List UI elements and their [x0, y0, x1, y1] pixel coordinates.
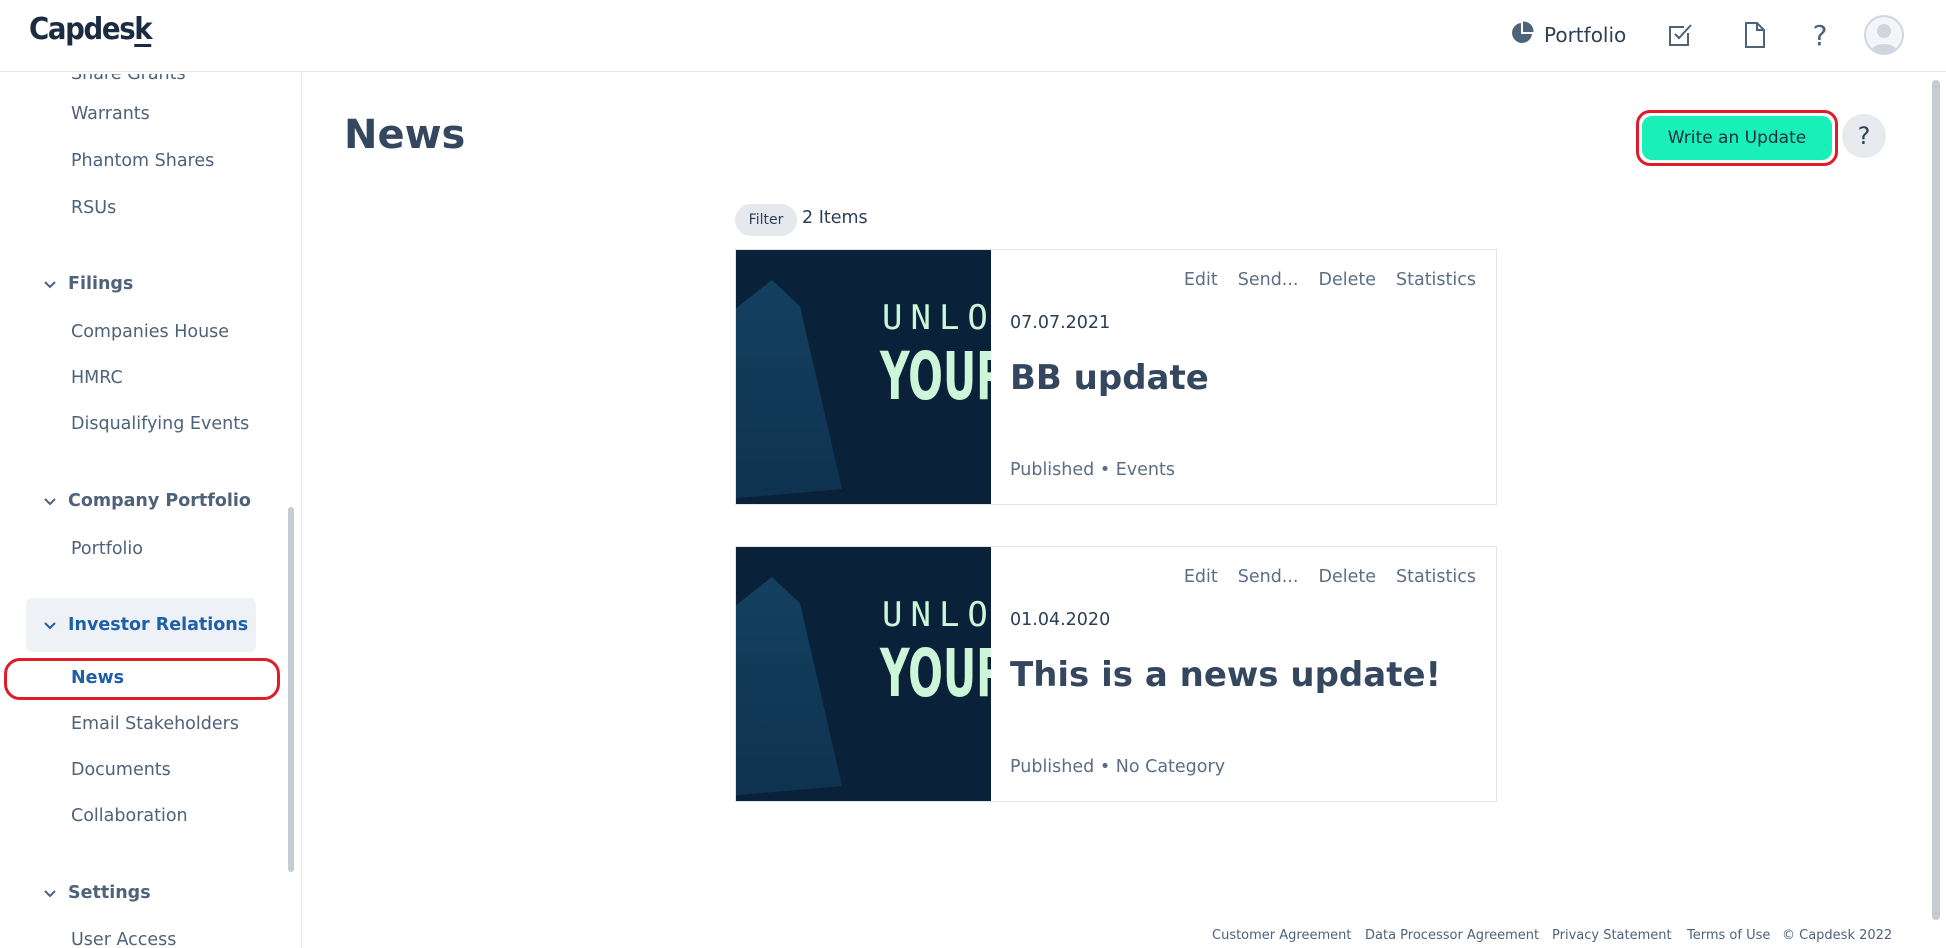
meta-separator: • — [1099, 460, 1111, 480]
thumbnail-text: UNLO — [882, 595, 991, 635]
delete-link[interactable]: Delete — [1319, 270, 1377, 290]
document-icon[interactable] — [1738, 18, 1772, 52]
sidebar-item-collaboration[interactable]: Collaboration — [71, 806, 188, 826]
card-title[interactable]: BB update — [1010, 358, 1209, 398]
news-thumbnail[interactable]: UNLO YOUR — [736, 547, 991, 801]
sidebar-item-share-grants[interactable]: Share Grants — [71, 74, 186, 84]
card-title[interactable]: This is a news update! — [1010, 655, 1441, 695]
thumbnail-shape — [736, 280, 842, 500]
edit-link[interactable]: Edit — [1184, 270, 1218, 290]
main-scrollbar[interactable] — [1932, 80, 1940, 920]
sidebar-item-rsus[interactable]: RSUs — [71, 198, 116, 218]
statistics-link[interactable]: Statistics — [1396, 567, 1476, 587]
card-category: No Category — [1115, 757, 1226, 777]
sidebar: Share Grants Warrants Phantom Shares RSU… — [0, 72, 302, 948]
section-label: Company Portfolio — [68, 491, 251, 511]
card-meta: Published • Events — [1010, 460, 1175, 480]
thumbnail-text: YOUR — [880, 635, 991, 712]
thumbnail-text: UNLO — [882, 298, 991, 338]
filter-button[interactable]: Filter — [735, 204, 797, 236]
send-link[interactable]: Send... — [1238, 567, 1299, 587]
sidebar-item-disqualifying-events[interactable]: Disqualifying Events — [71, 414, 249, 434]
main-content: News Write an Update ? Filter 2 Items UN… — [302, 72, 1946, 948]
user-avatar-icon[interactable] — [1864, 15, 1904, 55]
sidebar-item-portfolio[interactable]: Portfolio — [71, 539, 143, 559]
pie-chart-icon — [1510, 20, 1534, 50]
section-company-portfolio[interactable]: Company Portfolio — [26, 474, 256, 528]
footer-copyright: © Capdesk 2022 — [1782, 928, 1893, 943]
top-bar: Capdesk Portfolio ? — [0, 0, 1946, 72]
news-card[interactable]: UNLO YOUR Edit Send... Delete Statistics… — [735, 249, 1497, 505]
delete-link[interactable]: Delete — [1319, 567, 1377, 587]
edit-link[interactable]: Edit — [1184, 567, 1218, 587]
capdesk-logo[interactable]: Capdesk — [29, 12, 153, 47]
sidebar-item-user-access[interactable]: User Access — [71, 930, 176, 948]
portfolio-label: Portfolio — [1544, 23, 1627, 47]
footer-data-processor-agreement[interactable]: Data Processor Agreement — [1365, 928, 1539, 943]
news-thumbnail[interactable]: UNLO YOUR — [736, 250, 991, 504]
thumbnail-text: YOUR — [880, 338, 991, 415]
card-date: 01.04.2020 — [1010, 610, 1111, 630]
write-update-button[interactable]: Write an Update — [1642, 116, 1832, 160]
chevron-down-icon — [44, 615, 56, 635]
section-label: Investor Relations — [68, 615, 249, 635]
checklist-icon[interactable] — [1663, 18, 1697, 52]
chevron-down-icon — [44, 883, 56, 903]
section-filings[interactable]: Filings — [26, 257, 256, 311]
card-status: Published — [1010, 757, 1095, 777]
sidebar-item-phantom-shares[interactable]: Phantom Shares — [71, 151, 214, 171]
sidebar-item-warrants[interactable]: Warrants — [71, 104, 150, 124]
card-date: 07.07.2021 — [1010, 313, 1111, 333]
section-settings[interactable]: Settings — [26, 866, 256, 920]
sidebar-item-companies-house[interactable]: Companies House — [71, 322, 229, 342]
thumbnail-shape — [736, 577, 842, 797]
section-label: Settings — [68, 883, 151, 903]
help-button[interactable]: ? — [1842, 114, 1886, 158]
page-title: News — [344, 112, 466, 158]
help-icon[interactable]: ? — [1803, 18, 1837, 52]
chevron-down-icon — [44, 491, 56, 511]
footer-customer-agreement[interactable]: Customer Agreement — [1212, 928, 1351, 943]
statistics-link[interactable]: Statistics — [1396, 270, 1476, 290]
send-link[interactable]: Send... — [1238, 270, 1299, 290]
news-card[interactable]: UNLO YOUR Edit Send... Delete Statistics… — [735, 546, 1497, 802]
section-investor-relations[interactable]: Investor Relations — [26, 598, 256, 652]
news-annotation-outline — [4, 658, 280, 700]
sidebar-item-news[interactable]: News — [71, 668, 124, 688]
sidebar-scrollbar[interactable] — [288, 507, 294, 872]
footer-terms-of-use[interactable]: Terms of Use — [1687, 928, 1770, 943]
sidebar-item-email-stakeholders[interactable]: Email Stakeholders — [71, 714, 239, 734]
chevron-down-icon — [44, 274, 56, 294]
section-label: Filings — [68, 274, 134, 294]
card-actions: Edit Send... Delete Statistics — [1184, 567, 1476, 587]
meta-separator: • — [1099, 757, 1111, 777]
items-count: 2 Items — [802, 208, 868, 228]
portfolio-switcher[interactable]: Portfolio — [1510, 20, 1626, 50]
sidebar-item-documents[interactable]: Documents — [71, 760, 171, 780]
card-actions: Edit Send... Delete Statistics — [1184, 270, 1476, 290]
sidebar-item-hmrc[interactable]: HMRC — [71, 368, 123, 388]
card-category: Events — [1115, 460, 1176, 480]
card-status: Published — [1010, 460, 1095, 480]
card-meta: Published • No Category — [1010, 757, 1225, 777]
footer-privacy-statement[interactable]: Privacy Statement — [1552, 928, 1672, 943]
